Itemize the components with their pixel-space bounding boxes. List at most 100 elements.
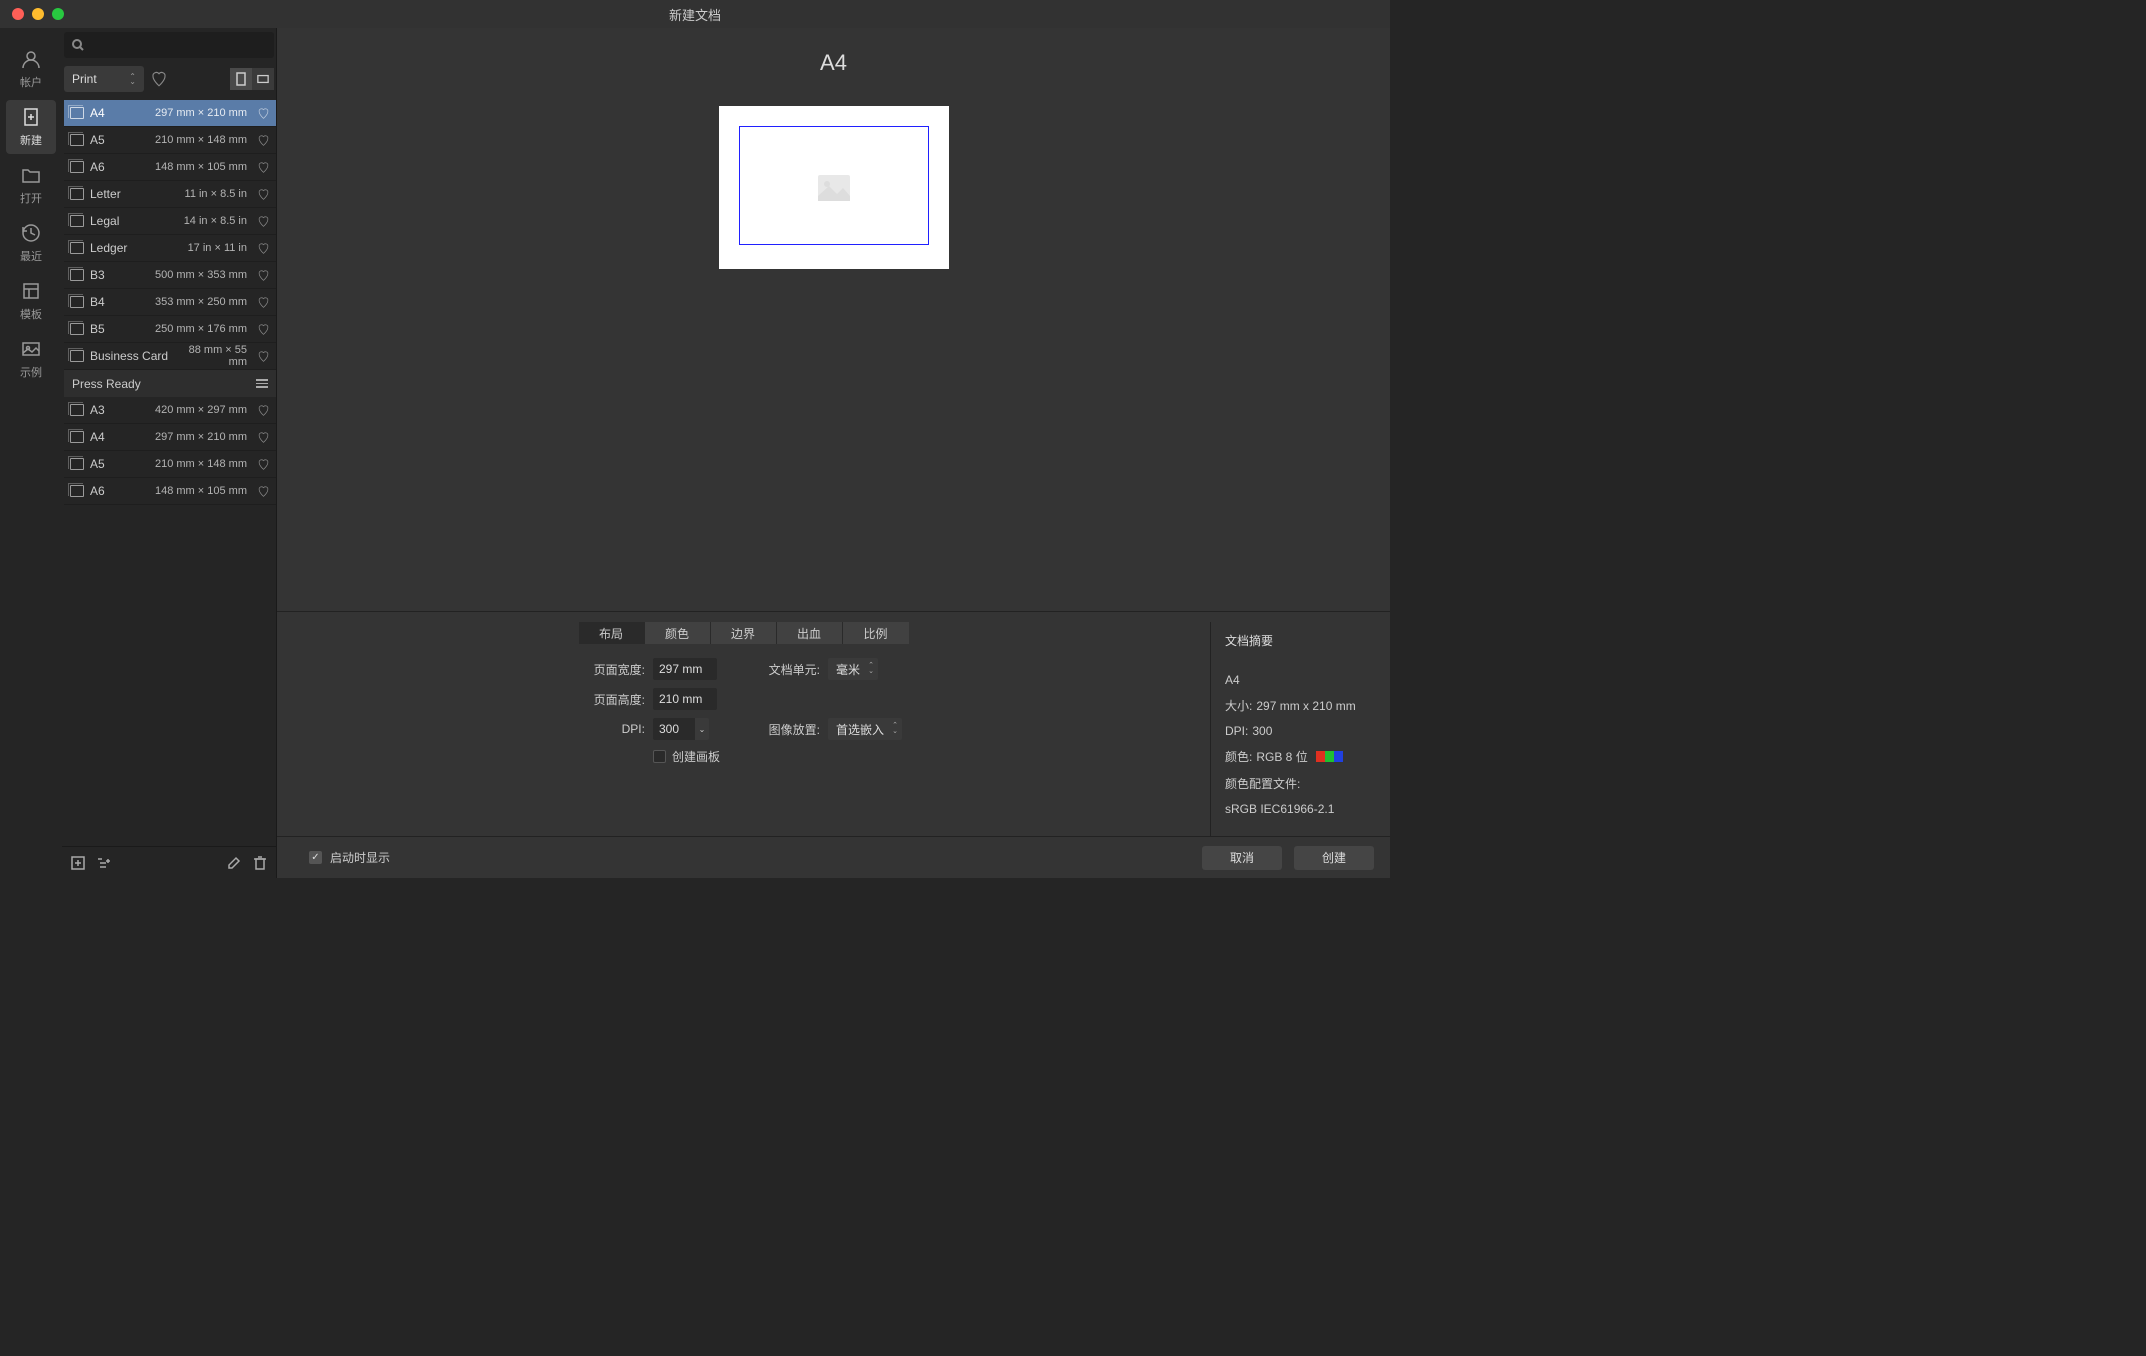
layout-form: 页面宽度: 页面高度: DPI: ⌄ bbox=[297, 658, 1190, 765]
preset-name: A4 bbox=[90, 106, 105, 120]
window-controls bbox=[12, 8, 64, 20]
preset-size: 88 mm × 55 mm bbox=[174, 344, 247, 368]
tab-0[interactable]: 布局 bbox=[579, 622, 645, 644]
favorite-icon[interactable] bbox=[257, 188, 270, 201]
page-icon bbox=[70, 350, 84, 362]
favorite-icon[interactable] bbox=[257, 269, 270, 282]
dpi-dropdown[interactable]: ⌄ bbox=[695, 718, 709, 740]
doc-units-select[interactable]: 毫米 bbox=[828, 658, 878, 680]
settings-area: 布局颜色边界出血比例 页面宽度: 页面高度: DPI: bbox=[277, 611, 1390, 836]
search-icon bbox=[72, 39, 84, 51]
rail-item-samples[interactable]: 示例 bbox=[6, 332, 56, 386]
preview-title: A4 bbox=[820, 50, 847, 76]
page-icon bbox=[70, 431, 84, 443]
minimize-button[interactable] bbox=[32, 8, 44, 20]
menu-icon[interactable] bbox=[256, 379, 268, 388]
rail-label: 最近 bbox=[20, 248, 42, 264]
color-swatches bbox=[1316, 751, 1343, 762]
preset-item[interactable]: A5210 mm × 148 mm bbox=[64, 451, 276, 478]
favorite-icon[interactable] bbox=[257, 350, 270, 363]
category-select[interactable]: Print ⌃⌄ bbox=[64, 66, 144, 92]
maximize-button[interactable] bbox=[52, 8, 64, 20]
favorite-icon[interactable] bbox=[257, 242, 270, 255]
rail-label: 示例 bbox=[20, 364, 42, 380]
preset-item[interactable]: Legal14 in × 8.5 in bbox=[64, 208, 276, 235]
favorite-icon[interactable] bbox=[257, 323, 270, 336]
create-artboard-checkbox[interactable] bbox=[653, 750, 666, 763]
preset-item[interactable]: B5250 mm × 176 mm bbox=[64, 316, 276, 343]
summary-title: 文档摘要 bbox=[1225, 632, 1376, 649]
create-button[interactable]: 创建 bbox=[1294, 846, 1374, 870]
favorite-icon[interactable] bbox=[257, 215, 270, 228]
rail-item-new[interactable]: 新建 bbox=[6, 100, 56, 154]
preset-name: A6 bbox=[90, 484, 105, 498]
page-width-input[interactable] bbox=[653, 658, 717, 680]
right-panel: A4 布局颜色边界出血比例 页面宽度: 页面高度: bbox=[277, 28, 1390, 878]
add-preset-icon[interactable] bbox=[70, 855, 86, 871]
page-icon bbox=[70, 323, 84, 335]
doc-units-label: 文档单元: bbox=[760, 661, 820, 678]
image-placement-label: 图像放置: bbox=[760, 721, 820, 738]
favorite-icon[interactable] bbox=[257, 296, 270, 309]
page-height-input[interactable] bbox=[653, 688, 717, 710]
preset-item[interactable]: A4297 mm × 210 mm bbox=[64, 424, 276, 451]
page-icon bbox=[70, 134, 84, 146]
tab-2[interactable]: 边界 bbox=[711, 622, 777, 644]
tab-4[interactable]: 比例 bbox=[843, 622, 909, 644]
page-icon bbox=[70, 215, 84, 227]
dpi-input[interactable] bbox=[653, 718, 695, 740]
cancel-button[interactable]: 取消 bbox=[1202, 846, 1282, 870]
preset-section-header[interactable]: Press Ready bbox=[64, 370, 276, 397]
rail-item-template[interactable]: 模板 bbox=[6, 274, 56, 328]
search-input[interactable] bbox=[64, 32, 274, 58]
summary-dpi: 300 bbox=[1252, 724, 1272, 738]
page-margin-outline bbox=[739, 126, 929, 245]
favorite-icon[interactable] bbox=[257, 485, 270, 498]
preset-size: 500 mm × 353 mm bbox=[111, 269, 247, 281]
preset-panel: Print ⌃⌄ A4297 mm × 210 mmA5210 mm × 148… bbox=[62, 28, 277, 878]
preset-item[interactable]: B4353 mm × 250 mm bbox=[64, 289, 276, 316]
preset-item[interactable]: A6148 mm × 105 mm bbox=[64, 154, 276, 181]
rail-item-recent[interactable]: 最近 bbox=[6, 216, 56, 270]
summary-size-label: 大小: bbox=[1225, 697, 1252, 714]
preset-item[interactable]: A3 420 mm × 297 mm bbox=[64, 397, 276, 424]
summary-size: 297 mm x 210 mm bbox=[1256, 699, 1355, 713]
rail-label: 模板 bbox=[20, 306, 42, 322]
preset-size: 148 mm × 105 mm bbox=[111, 485, 247, 497]
preset-item[interactable]: A5210 mm × 148 mm bbox=[64, 127, 276, 154]
favorite-icon[interactable] bbox=[257, 161, 270, 174]
new-icon bbox=[20, 106, 42, 128]
orientation-portrait[interactable] bbox=[230, 68, 252, 90]
rename-icon[interactable] bbox=[226, 855, 242, 871]
preset-item[interactable]: Business Card88 mm × 55 mm bbox=[64, 343, 276, 370]
close-button[interactable] bbox=[12, 8, 24, 20]
page-icon bbox=[70, 485, 84, 497]
favorite-icon[interactable] bbox=[257, 404, 270, 417]
add-category-icon[interactable] bbox=[96, 855, 112, 871]
image-placement-select[interactable]: 首选嵌入 bbox=[828, 718, 902, 740]
favorite-icon[interactable] bbox=[257, 134, 270, 147]
favorite-icon[interactable] bbox=[257, 458, 270, 471]
rail-item-folder[interactable]: 打开 bbox=[6, 158, 56, 212]
delete-icon[interactable] bbox=[252, 855, 268, 871]
tab-3[interactable]: 出血 bbox=[777, 622, 843, 644]
favorite-filter-icon[interactable] bbox=[150, 70, 168, 88]
titlebar: 新建文档 bbox=[0, 0, 1390, 28]
show-startup-checkbox[interactable] bbox=[309, 851, 322, 864]
preset-item[interactable]: A4297 mm × 210 mm bbox=[64, 100, 276, 127]
preset-name: A3 bbox=[90, 403, 105, 417]
show-startup-label: 启动时显示 bbox=[330, 849, 390, 866]
preset-item[interactable]: A6 148 mm × 105 mm bbox=[64, 478, 276, 505]
preset-size: 420 mm × 297 mm bbox=[111, 404, 247, 416]
preset-item[interactable]: B3500 mm × 353 mm bbox=[64, 262, 276, 289]
favorite-icon[interactable] bbox=[257, 431, 270, 444]
rail-item-user[interactable]: 帐户 bbox=[6, 42, 56, 96]
tab-1[interactable]: 颜色 bbox=[645, 622, 711, 644]
preset-item[interactable]: Letter11 in × 8.5 in bbox=[64, 181, 276, 208]
page-height-label: 页面高度: bbox=[585, 691, 645, 708]
page-icon bbox=[70, 161, 84, 173]
orientation-landscape[interactable] bbox=[252, 68, 274, 90]
preset-item[interactable]: Ledger17 in × 11 in bbox=[64, 235, 276, 262]
preset-list[interactable]: A4297 mm × 210 mmA5210 mm × 148 mmA6148 … bbox=[64, 100, 276, 846]
favorite-icon[interactable] bbox=[257, 107, 270, 120]
